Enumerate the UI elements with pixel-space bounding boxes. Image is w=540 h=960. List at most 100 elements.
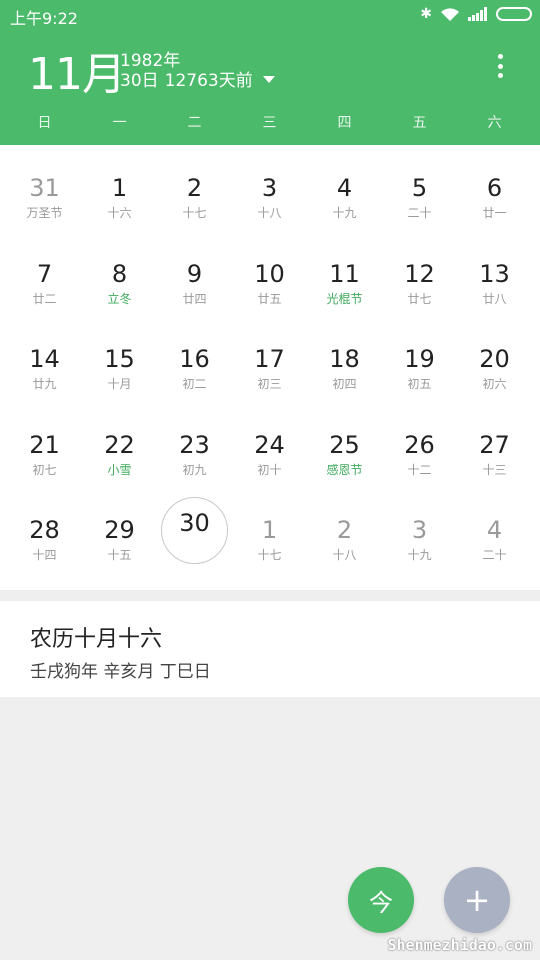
status-icons: ✱	[420, 6, 532, 22]
lunar-info-card: 农历十月十六 壬戌狗年 辛亥月 丁巳日	[0, 601, 540, 697]
lunar-day-label: 初五	[407, 377, 432, 391]
day-number: 2	[186, 174, 203, 202]
day-number: 22	[104, 430, 135, 459]
day-number: 9	[186, 259, 203, 288]
day-cell[interactable]: 16 初二	[157, 318, 232, 403]
lunar-day-label: 十八	[257, 206, 282, 220]
lunar-day-label: 万圣节	[26, 206, 63, 220]
day-cell[interactable]: 15 十月	[82, 318, 157, 403]
day-number: 17	[254, 345, 285, 373]
lunar-day-label: 初六	[482, 377, 507, 391]
lunar-day-label: 十三	[482, 462, 507, 477]
festival-label: 立冬	[107, 291, 132, 306]
day-cell[interactable]: 11 光棍节	[307, 233, 382, 318]
day-cell[interactable]: 23 初九	[157, 404, 232, 489]
day-number: 21	[29, 430, 60, 459]
day-cell[interactable]: 2 十七	[157, 147, 232, 232]
day-number: 20	[479, 345, 510, 373]
day-cell[interactable]: 17 初三	[232, 318, 307, 403]
day-cell[interactable]: 3 十九	[382, 489, 457, 574]
lunar-day-label: 初七	[32, 462, 57, 477]
weekday-label: 三	[262, 115, 277, 131]
lunar-day-label: 廿四	[182, 291, 207, 306]
lunar-day-label: 廿一	[482, 206, 507, 220]
day-cell[interactable]: 25 感恩节	[307, 404, 382, 489]
more-options-icon[interactable]	[496, 54, 504, 78]
day-cell[interactable]: 31 万圣节	[7, 147, 82, 232]
day-cell[interactable]: 20 初六	[457, 318, 532, 403]
weekday-label: 五	[412, 115, 427, 131]
day-cell[interactable]: 24 初十	[232, 404, 307, 489]
day-cell[interactable]: 4 十九	[307, 147, 382, 232]
day-number: 14	[29, 345, 60, 373]
wifi-icon	[440, 7, 460, 22]
month-title[interactable]: 11月	[28, 38, 126, 102]
lunar-day-label: 初四	[332, 377, 357, 391]
lunar-day-label: 十四	[32, 548, 57, 562]
lunar-day-label: 廿五	[257, 291, 282, 306]
lunar-day-label: 十月	[107, 377, 132, 391]
status-bar: 上午9:22 ✱	[0, 0, 540, 30]
calendar-grid: 31 万圣节 1 十六 2 十七 3 十八 4 十九 5 二十 6 廿一 7 廿二 8 立冬 9 廿四 10 廿五 11 光棍…	[0, 145, 540, 590]
date-picker-toggle[interactable]: 30日 12763天前	[120, 66, 275, 91]
add-event-button[interactable]: +	[444, 867, 510, 933]
day-number: 25	[329, 430, 360, 459]
day-cell[interactable]: 8 立冬	[82, 233, 157, 318]
day-cell[interactable]: 26 十二	[382, 404, 457, 489]
day-number: 19	[404, 345, 435, 373]
day-cell[interactable]: 21 初七	[7, 404, 82, 489]
day-cell[interactable]: 12 廿七	[382, 233, 457, 318]
day-cell[interactable]: 6 廿一	[457, 147, 532, 232]
day-cell[interactable]: 4 二十	[457, 489, 532, 574]
day-cell[interactable]: 1 十六	[82, 147, 157, 232]
day-number: 3	[261, 174, 278, 202]
day-cell[interactable]: 28 十四	[7, 489, 82, 574]
day-number: 23	[179, 430, 210, 459]
day-number: 13	[479, 259, 510, 288]
day-cell[interactable]: 19 初五	[382, 318, 457, 403]
day-number: 1	[111, 174, 128, 202]
day-cell[interactable]: 13 廿八	[457, 233, 532, 318]
day-cell[interactable]: 10 廿五	[232, 233, 307, 318]
day-number: 7	[36, 259, 53, 288]
today-button[interactable]: 今	[348, 867, 414, 933]
lunar-day-label: 十七	[182, 206, 207, 220]
day-cell[interactable]: 3 十八	[232, 147, 307, 232]
lunar-day-label: 二十	[407, 206, 432, 220]
day-number: 26	[404, 430, 435, 459]
day-cell[interactable]: 1 十七	[232, 489, 307, 574]
day-cell[interactable]: 7 廿二	[7, 233, 82, 318]
day-number: 29	[104, 516, 135, 544]
weekday-label: 四	[337, 115, 352, 131]
lunar-day-label: 十五	[107, 548, 132, 562]
festival-label: 小雪	[107, 462, 132, 477]
day-cell[interactable]: 22 小雪	[82, 404, 157, 489]
festival-label: 感恩节	[326, 462, 363, 477]
day-cell[interactable]: 2 十八	[307, 489, 382, 574]
day-number: 11	[329, 259, 360, 288]
lunar-day-label: 十七	[257, 548, 282, 562]
day-number: 12	[404, 259, 435, 288]
chevron-down-icon	[262, 76, 275, 83]
ganzhi-label: 壬戌狗年 辛亥月 丁巳日	[30, 662, 211, 682]
days-ago-label: 12763天前	[164, 71, 253, 91]
weekday-label: 六	[487, 115, 502, 131]
day-cell[interactable]: 14 廿九	[7, 318, 82, 403]
day-cell[interactable]: 27 十三	[457, 404, 532, 489]
day-cell[interactable]: 5 二十	[382, 147, 457, 232]
day-number: 24	[254, 430, 285, 459]
day-number: 30	[179, 509, 210, 537]
day-cell[interactable]: 9 廿四	[157, 233, 232, 318]
weekday-label: 日	[37, 115, 52, 131]
day-number: 15	[104, 345, 135, 373]
weekday-label: 一	[112, 115, 127, 131]
day-cell-today[interactable]: 30	[157, 489, 232, 574]
lunar-date-title: 农历十月十六	[30, 627, 163, 652]
day-cell[interactable]: 18 初四	[307, 318, 382, 403]
day-number: 10	[254, 259, 285, 288]
day-number: 3	[411, 516, 428, 544]
lunar-day-label: 廿八	[482, 291, 507, 306]
signal-icon	[468, 7, 488, 21]
day-number: 18	[329, 345, 360, 373]
day-cell[interactable]: 29 十五	[82, 489, 157, 574]
